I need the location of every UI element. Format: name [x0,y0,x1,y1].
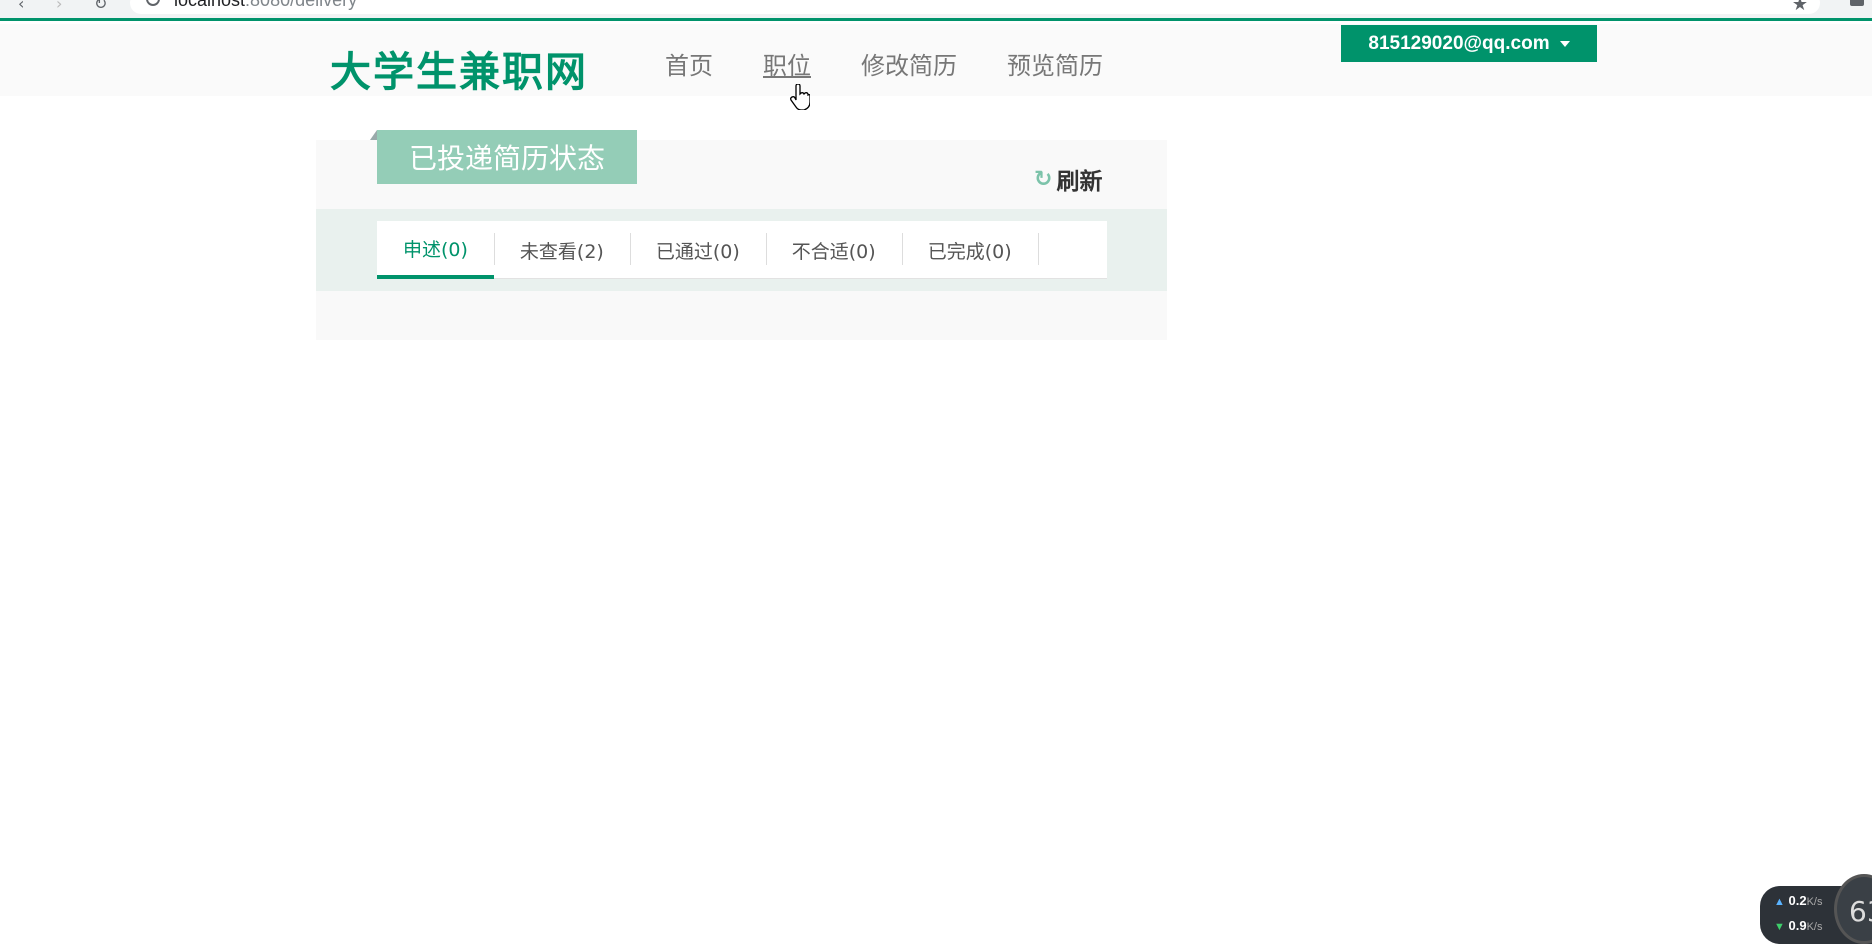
tab-end-divider [1037,221,1039,279]
url-host: localhost [174,0,246,10]
info-icon[interactable] [146,0,160,6]
upload-unit: K/s [1806,896,1823,908]
main-nav: 首页 职位 修改简历 预览简历 [665,46,1103,81]
bookmark-star-icon[interactable]: ★ [1792,0,1808,15]
upload-value: 0.2 [1788,893,1807,908]
address-bar[interactable]: localhost:8080/delivery [130,0,1820,14]
site-logo[interactable]: 大学生兼职网 [330,38,588,98]
download-unit: K/s [1806,921,1823,933]
tab-completed[interactable]: 已完成(0) [901,221,1038,279]
reload-icon[interactable]: ↻ [94,0,107,13]
title-fold-decoration [370,130,377,140]
user-account-dropdown[interactable]: 815129020@qq.com [1341,25,1597,62]
upload-speed: ▲ 0.2K/s [1774,893,1823,908]
hand-cursor-icon [790,84,810,110]
upload-arrow-icon: ▲ [1774,896,1785,908]
tab-unsuitable[interactable]: 不合适(0) [765,221,902,279]
caret-down-icon [1559,40,1570,47]
nav-preview-resume[interactable]: 预览简历 [1007,46,1103,81]
user-email: 815129020@qq.com [1368,32,1550,54]
download-value: 0.9 [1788,918,1807,933]
forward-arrow-icon[interactable]: › [56,0,62,13]
nav-jobs[interactable]: 职位 [763,46,811,81]
panel-title: 已投递简历状态 [377,130,637,184]
refresh-label: 刷新 [1056,169,1103,195]
download-speed: ▼ 0.9K/s [1774,918,1823,933]
refresh-button[interactable]: ↻ 刷新 [1034,162,1102,196]
refresh-icon: ↻ [1034,166,1053,192]
tab-passed[interactable]: 已通过(0) [629,221,766,279]
tab-unviewed[interactable]: 未查看(2) [493,221,630,279]
nav-edit-resume[interactable]: 修改简历 [861,46,957,81]
site-header: 大学生兼职网 首页 职位 修改简历 预览简历 815129020@qq.com [0,24,1872,96]
back-arrow-icon[interactable]: ‹ [18,0,24,13]
status-tabs: 申述(0) 未查看(2) 已通过(0) 不合适(0) 已完成(0) [377,221,1107,279]
tab-appeal[interactable]: 申述(0) [377,221,494,279]
download-arrow-icon: ▼ [1774,921,1785,933]
browser-toolbar: ‹ › ↻ localhost:8080/delivery ★ [0,0,1872,21]
url-path: :8080/delivery [245,0,358,10]
nav-home[interactable]: 首页 [665,46,713,81]
profile-icon[interactable] [1850,0,1864,6]
